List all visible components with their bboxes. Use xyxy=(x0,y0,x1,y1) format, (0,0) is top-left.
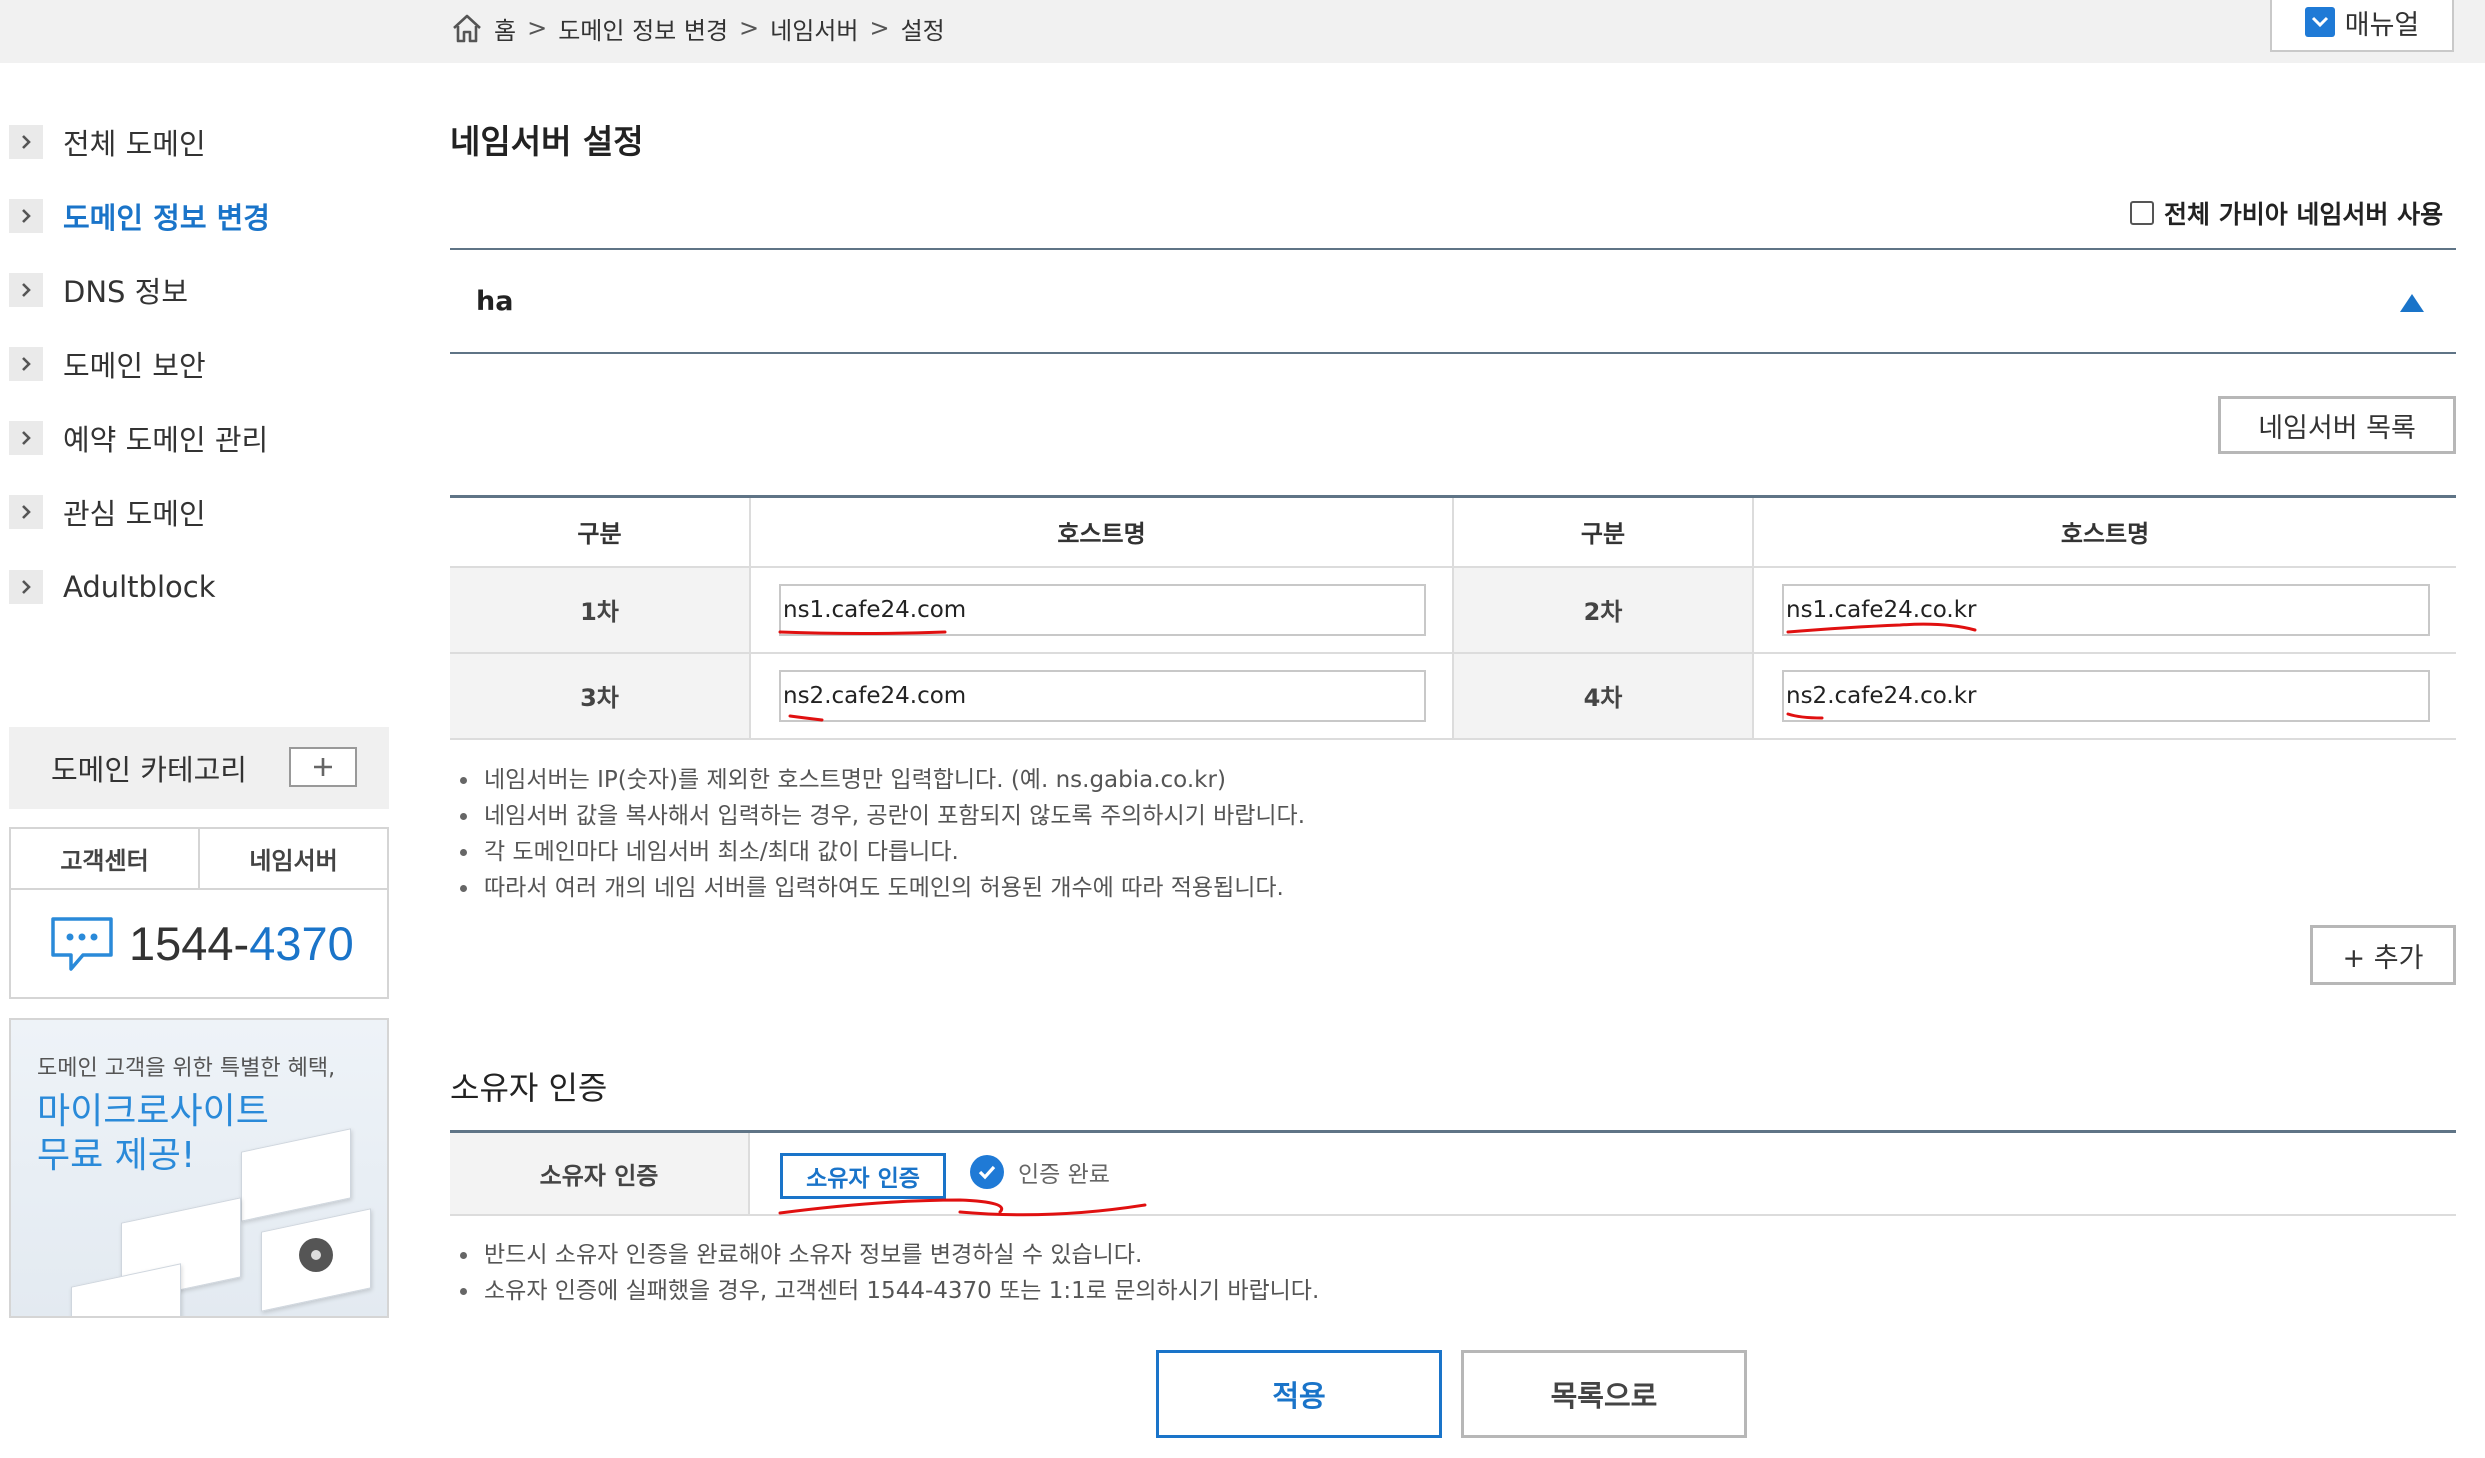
breadcrumb-settings: 설정 xyxy=(900,16,945,45)
sidebar-item-domain-info-change[interactable]: 도메인 정보 변경 xyxy=(9,196,270,236)
sidebar-item-reserved-domains[interactable]: 예약 도메인 관리 xyxy=(9,418,268,458)
chat-bubble-icon xyxy=(51,916,113,971)
sidebar-item-domain-security[interactable]: 도메인 보안 xyxy=(9,344,206,384)
banner-title-line-1: 마이크로사이트 xyxy=(37,1091,269,1132)
ns-label: 2차 xyxy=(1453,566,1754,654)
owner-notes: 반드시 소유자 인증을 완료해야 소유자 정보를 변경하실 수 있습니다. 소유… xyxy=(458,1237,1319,1309)
manual-button[interactable]: 매뉴얼 xyxy=(2270,0,2454,52)
sidebar-item-label: 도메인 정보 변경 xyxy=(63,201,270,235)
note-item: 반드시 소유자 인증을 완료해야 소유자 정보를 변경하실 수 있습니다. xyxy=(458,1237,1319,1273)
apply-button[interactable]: 적용 xyxy=(1156,1350,1442,1438)
ns4-input[interactable] xyxy=(1782,669,2430,722)
chevron-right-icon xyxy=(9,421,43,455)
sidebar-item-label: Adultblock xyxy=(63,570,216,604)
sidebar-item-label: 전체 도메인 xyxy=(63,127,206,161)
ns-label: 4차 xyxy=(1453,652,1754,740)
table-header-row: 구분 호스트명 구분 호스트명 xyxy=(450,496,2456,568)
chevron-right-icon xyxy=(9,199,43,233)
home-icon[interactable] xyxy=(450,11,484,45)
sidebar-item-label: DNS 정보 xyxy=(63,275,189,309)
ns3-input[interactable] xyxy=(779,669,1426,722)
breadcrumb-separator: > xyxy=(527,14,548,42)
breadcrumb: 홈 > 도메인 정보 변경 > 네임서버 > 설정 xyxy=(450,8,945,48)
domain-category: 도메인 카테고리 xyxy=(9,727,389,809)
disc-icon xyxy=(299,1238,333,1272)
table-row: 3차 4차 xyxy=(450,652,2456,740)
table-row: 1차 2차 xyxy=(450,566,2456,654)
breadcrumb-separator: > xyxy=(739,14,760,42)
ns-label: 1차 xyxy=(450,566,751,654)
breadcrumb-nameserver[interactable]: 네임서버 xyxy=(770,11,858,46)
page-title: 네임서버 설정 xyxy=(450,122,644,161)
customer-phone: 1544- 4370 xyxy=(11,890,387,997)
chevron-right-icon xyxy=(9,495,43,529)
gabia-nameserver-checkbox[interactable]: 전체 가비아 네임서버 사용 xyxy=(2130,195,2443,231)
chevron-right-icon xyxy=(9,570,43,604)
microsite-banner[interactable]: 도메인 고객을 위한 특별한 혜택, 마이크로사이트 무료 제공! xyxy=(9,1018,389,1318)
note-item: 네임서버 값을 복사해서 입력하는 경우, 공란이 포함되지 않도록 주의하시기… xyxy=(458,798,1305,834)
sidebar-item-adultblock[interactable]: Adultblock xyxy=(9,567,216,607)
gabia-nameserver-checkbox-label: 전체 가비아 네임서버 사용 xyxy=(2164,200,2444,229)
note-item: 각 도메인마다 네임서버 최소/최대 값이 다릅니다. xyxy=(458,834,1305,870)
nameserver-notes: 네임서버는 IP(숫자)를 제외한 호스트명만 입력합니다. (예. ns.ga… xyxy=(458,762,1305,906)
table-header: 구분 xyxy=(1453,496,1754,568)
manual-button-label: 매뉴얼 xyxy=(2344,9,2420,41)
tab-customer-center[interactable]: 고객센터 xyxy=(11,829,198,888)
plus-icon xyxy=(314,758,332,776)
tab-nameserver[interactable]: 네임서버 xyxy=(198,829,387,888)
domain-name: ha xyxy=(476,286,514,317)
banner-subtitle: 도메인 고객을 위한 특별한 혜택, xyxy=(37,1056,336,1081)
table-header: 호스트명 xyxy=(1753,496,2456,568)
add-category-button[interactable] xyxy=(289,747,357,787)
banner-title-line-2: 무료 제공! xyxy=(37,1135,196,1176)
check-circle-icon xyxy=(970,1155,1004,1189)
breadcrumb-domain-info[interactable]: 도메인 정보 변경 xyxy=(558,11,728,46)
sidebar-item-favorite-domains[interactable]: 관심 도메인 xyxy=(9,492,206,532)
owner-section-title: 소유자 인증 xyxy=(450,1069,608,1107)
phone-suffix: 4370 xyxy=(249,917,354,970)
note-item: 네임서버는 IP(숫자)를 제외한 호스트명만 입력합니다. (예. ns.ga… xyxy=(458,762,1305,798)
ns-label: 3차 xyxy=(450,652,751,740)
chevron-right-icon xyxy=(9,347,43,381)
domain-row[interactable]: ha xyxy=(450,248,2456,354)
nameserver-table: 구분 호스트명 구분 호스트명 1차 2차 3차 4차 xyxy=(450,495,2456,740)
checkbox[interactable] xyxy=(2130,201,2154,225)
note-item: 따라서 여러 개의 네임 서버를 입력하여도 도메인의 허용된 개수에 따라 적… xyxy=(458,870,1305,906)
table-header: 구분 xyxy=(450,496,751,568)
ns2-input[interactable] xyxy=(1782,583,2430,636)
sidebar-item-all-domains[interactable]: 전체 도메인 xyxy=(9,122,206,162)
owner-verify-button[interactable]: 소유자 인증 xyxy=(780,1153,946,1199)
add-nameserver-button[interactable]: + 추가 xyxy=(2310,925,2456,985)
verification-status-text: 인증 완료 xyxy=(1018,1162,1110,1188)
sidebar-item-label: 예약 도메인 관리 xyxy=(63,423,269,457)
breadcrumb-separator: > xyxy=(869,14,890,42)
banner-title: 마이크로사이트 무료 제공! xyxy=(37,1090,269,1178)
collapse-caret-icon[interactable] xyxy=(2400,294,2424,312)
sidebar-item-dns-info[interactable]: DNS 정보 xyxy=(9,270,188,310)
sidebar-item-label: 관심 도메인 xyxy=(63,497,206,531)
sidebar-item-label: 도메인 보안 xyxy=(63,349,206,383)
back-to-list-button[interactable]: 목록으로 xyxy=(1461,1350,1747,1438)
nameserver-list-button[interactable]: 네임서버 목록 xyxy=(2218,396,2456,454)
domain-category-label: 도메인 카테고리 xyxy=(51,753,247,787)
ns1-input[interactable] xyxy=(779,583,1426,636)
phone-prefix: 1544- xyxy=(129,917,250,970)
chevron-right-icon xyxy=(9,125,43,159)
breadcrumb-home[interactable]: 홈 xyxy=(494,11,516,46)
top-bar: 홈 > 도메인 정보 변경 > 네임서버 > 설정 매뉴얼 xyxy=(0,0,2485,63)
chevron-right-icon xyxy=(9,273,43,307)
customer-center-box: 고객센터 네임서버 1544- 4370 xyxy=(9,827,389,999)
owner-verify-label: 소유자 인증 xyxy=(450,1133,750,1214)
verification-status: 인증 완료 xyxy=(970,1155,1110,1189)
table-header: 호스트명 xyxy=(750,496,1454,568)
owner-verify-row: 소유자 인증 소유자 인증 인증 완료 xyxy=(450,1130,2456,1216)
note-item: 소유자 인증에 실패했을 경우, 고객센터 1544-4370 또는 1:1로 … xyxy=(458,1273,1319,1309)
chevron-down-icon xyxy=(2304,7,2335,37)
